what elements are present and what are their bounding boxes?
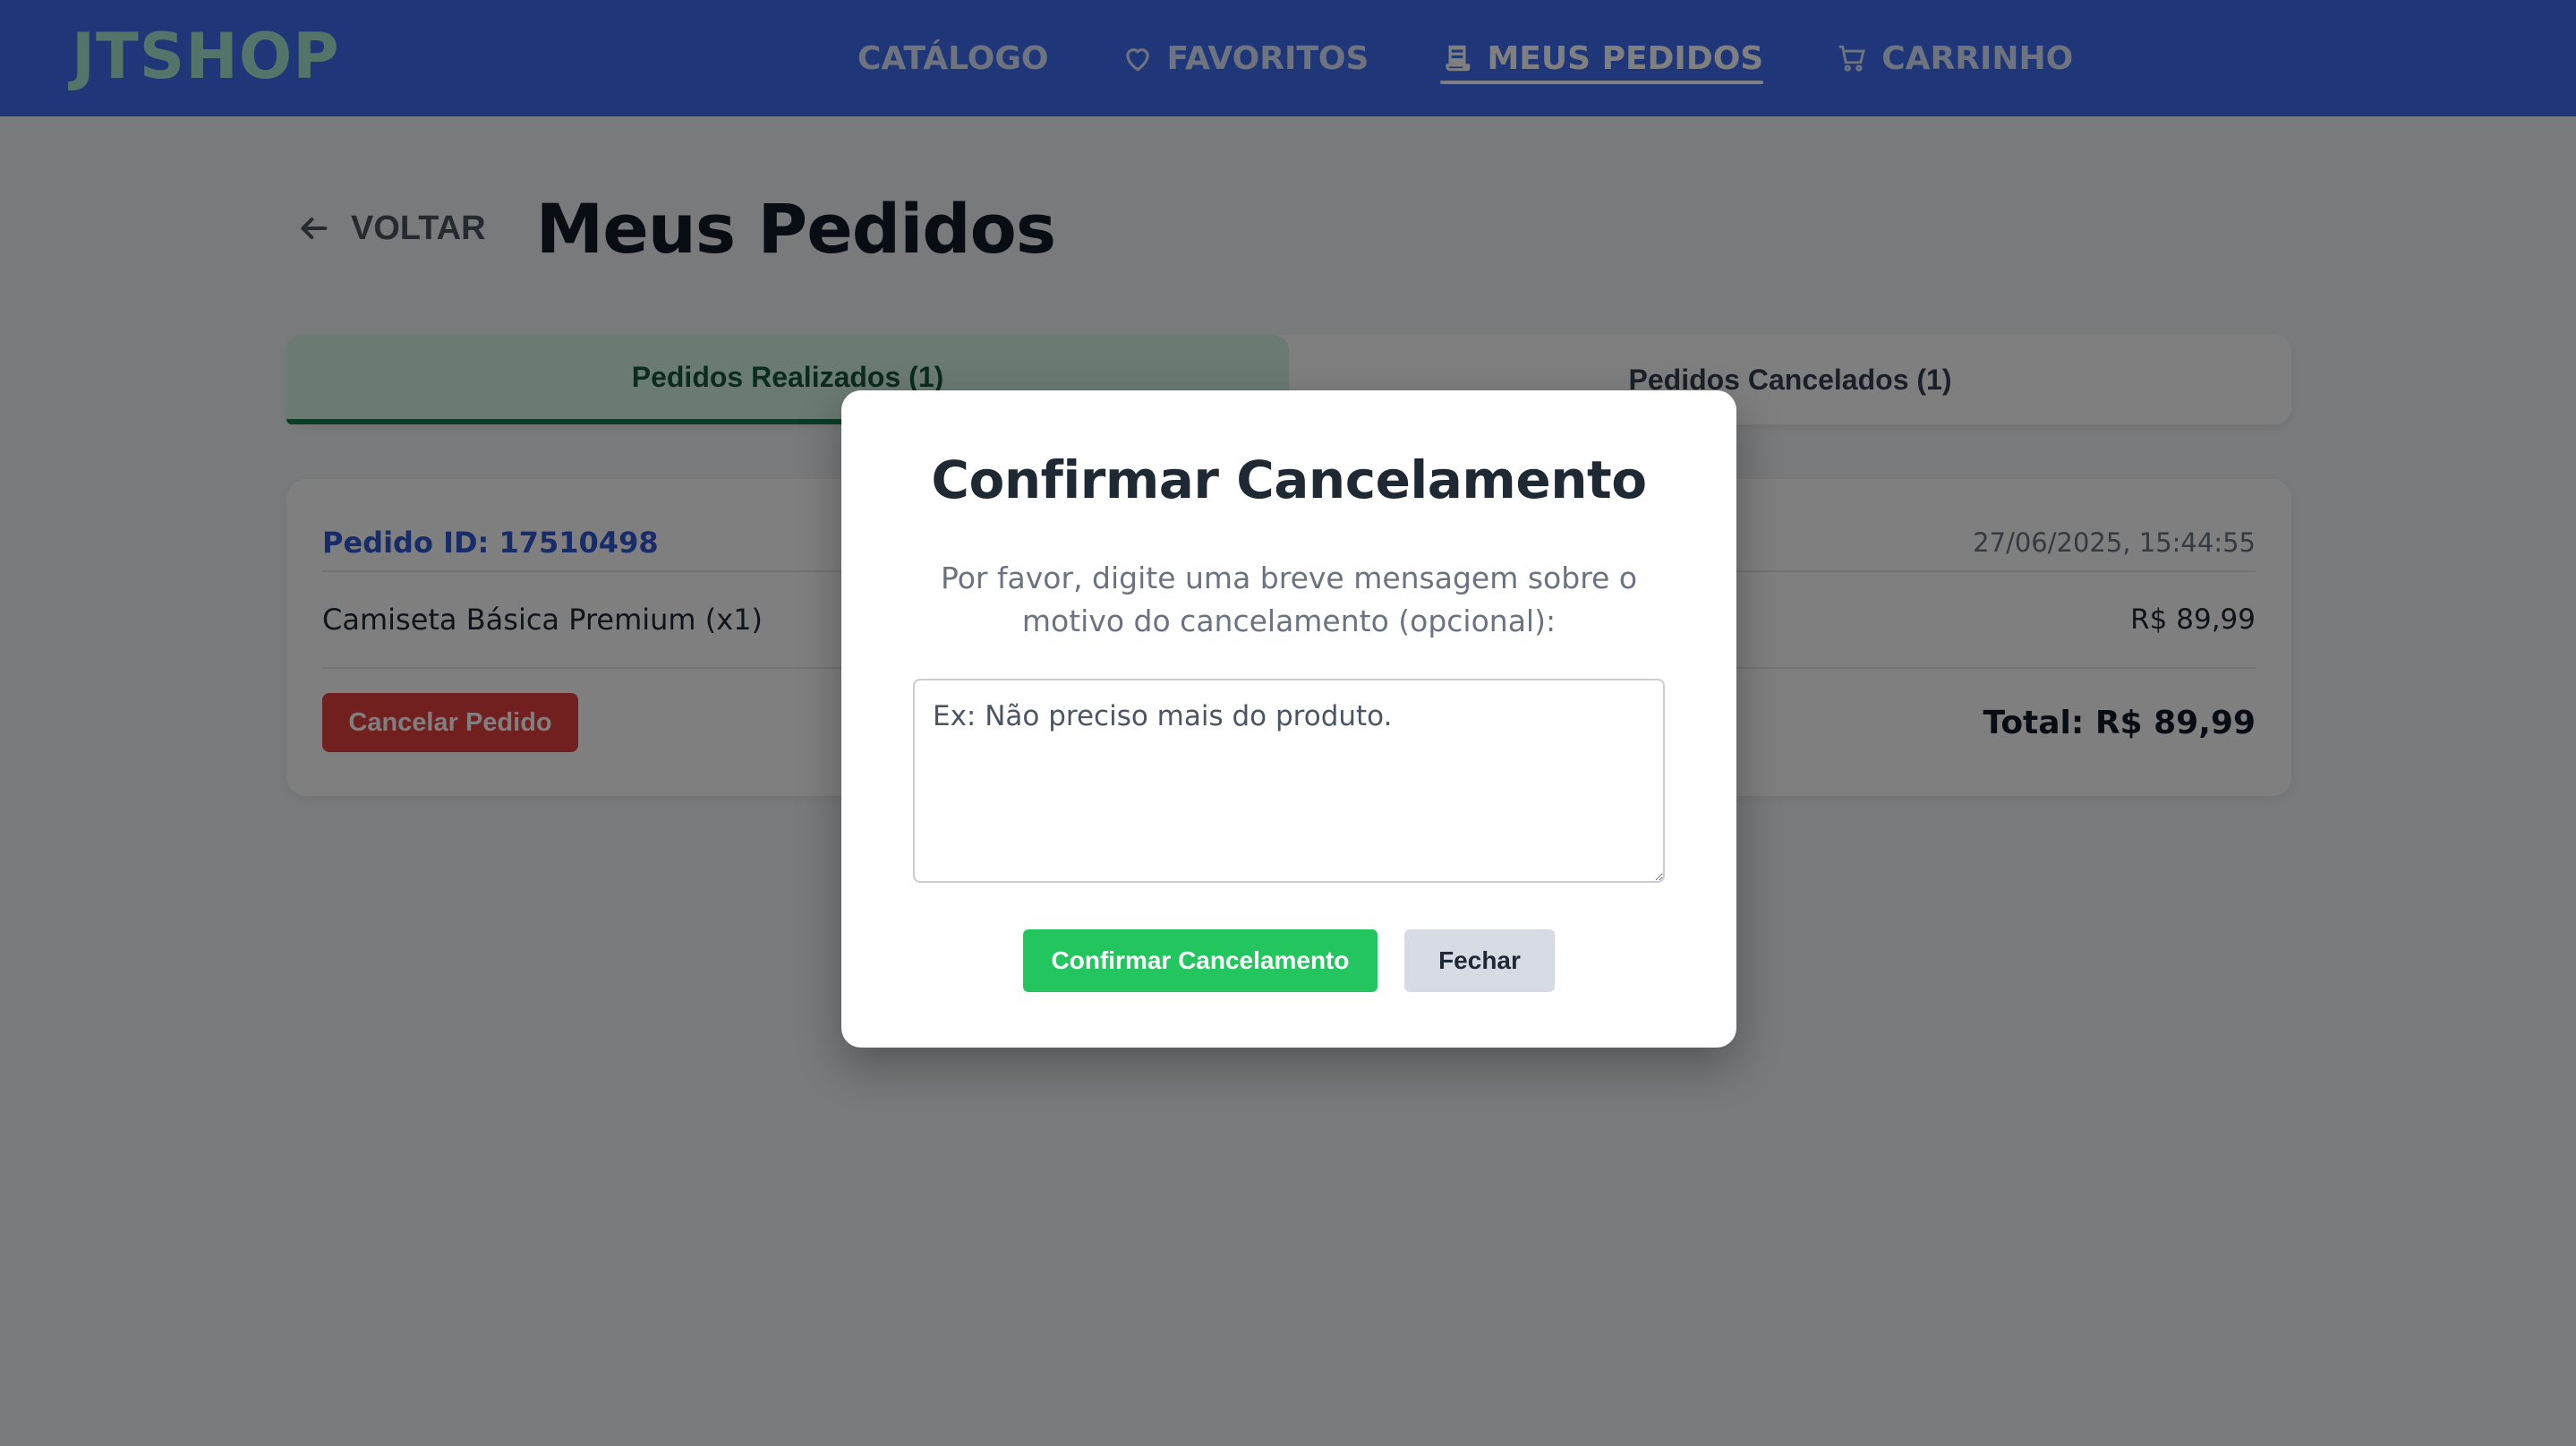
confirm-cancel-button[interactable]: Confirmar Cancelamento (1023, 929, 1378, 992)
dialog-title: Confirmar Cancelamento (931, 449, 1647, 510)
cancel-reason-input[interactable] (913, 679, 1665, 883)
dialog-message: Por favor, digite uma breve mensagem sob… (940, 560, 1638, 638)
dialog-actions: Confirmar Cancelamento Fechar (841, 929, 1736, 992)
cancel-confirm-dialog: Confirmar Cancelamento Por favor, digite… (841, 390, 1736, 1048)
close-dialog-button[interactable]: Fechar (1404, 929, 1555, 992)
